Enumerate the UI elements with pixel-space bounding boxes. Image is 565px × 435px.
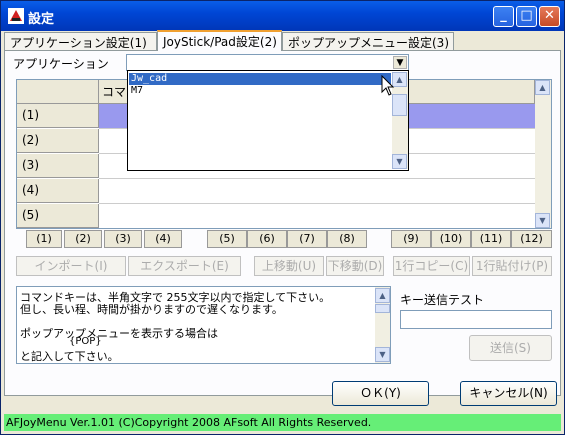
- row-header: (3): [17, 154, 99, 178]
- paste-line-button[interactable]: 1行貼付け(P): [472, 256, 552, 276]
- memo-line: 但し、長い程、時間が掛かりますので遅くなります。: [20, 303, 283, 316]
- scroll-thumb[interactable]: [392, 94, 407, 116]
- copy-line-button[interactable]: 1行コピー(C): [393, 256, 470, 276]
- cancel-button[interactable]: キャンセル(N): [460, 381, 557, 406]
- app-icon: [8, 8, 24, 24]
- minimize-icon: _: [500, 8, 507, 23]
- tab-popup-menu-settings[interactable]: ポップアップメニュー設定(3): [282, 32, 454, 50]
- key-button-2[interactable]: (2): [64, 230, 102, 248]
- key-button-3[interactable]: (3): [104, 230, 142, 248]
- memo-line: ポップアップメニューを表示する場合は: [20, 327, 218, 340]
- tab-joystick-settings[interactable]: JoyStick/Pad設定(2): [157, 30, 282, 51]
- row-header: (5): [17, 204, 99, 228]
- key-button-11[interactable]: (11): [471, 230, 511, 248]
- status-bar: AFJoyMenu Ver.1.01 (C)Copyright 2008 AFs…: [4, 414, 561, 431]
- settings-window: 設定 _ □ ✕ アプリケーション設定(1) JoyStick/Pad設定(2)…: [0, 0, 565, 435]
- mouse-cursor-icon: [381, 75, 395, 96]
- maximize-icon: □: [520, 8, 533, 23]
- send-button[interactable]: 送信(S): [469, 335, 552, 361]
- chevron-down-icon[interactable]: ▼: [393, 56, 407, 69]
- application-combo[interactable]: ▼: [126, 54, 409, 71]
- export-button[interactable]: エクスポート(E): [128, 256, 241, 276]
- send-test-label: キー送信テスト: [400, 293, 485, 307]
- send-test-input[interactable]: [400, 310, 552, 329]
- row-header: (1): [17, 104, 99, 128]
- scroll-down-icon[interactable]: ▼: [375, 347, 390, 362]
- key-button-1[interactable]: (1): [26, 230, 62, 248]
- memo-line: {POP}: [69, 336, 102, 347]
- window-title: 設定: [28, 12, 55, 27]
- scroll-up-icon[interactable]: ▲: [375, 288, 390, 303]
- key-button-12[interactable]: (12): [511, 230, 552, 248]
- key-button-9[interactable]: (9): [391, 230, 431, 248]
- memo-scrollbar[interactable]: ▲ ▼: [375, 287, 390, 363]
- row-header: (4): [17, 179, 99, 203]
- close-button[interactable]: ✕: [539, 6, 560, 27]
- key-button-8[interactable]: (8): [327, 230, 367, 248]
- tab-application-settings[interactable]: アプリケーション設定(1): [4, 32, 157, 50]
- dropdown-option[interactable]: M7: [129, 85, 391, 97]
- scroll-up-icon[interactable]: ▲: [535, 80, 550, 95]
- grid-row[interactable]: [99, 204, 535, 228]
- key-button-7[interactable]: (7): [287, 230, 327, 248]
- move-down-button[interactable]: 下移動(D): [326, 256, 384, 276]
- memo-line: と記入して下さい。: [20, 350, 119, 363]
- close-icon: ✕: [544, 8, 555, 23]
- application-dropdown-list: Jw_cad M7 ▲ ▼: [127, 70, 409, 171]
- title-bar[interactable]: 設定 _ □ ✕: [1, 1, 564, 31]
- key-button-6[interactable]: (6): [247, 230, 287, 248]
- grid-corner-header: [17, 80, 99, 104]
- row-header: (2): [17, 129, 99, 153]
- move-up-button[interactable]: 上移動(U): [254, 256, 324, 276]
- key-button-10[interactable]: (10): [431, 230, 471, 248]
- key-button-5[interactable]: (5): [207, 230, 247, 248]
- scroll-down-icon[interactable]: ▼: [392, 154, 407, 169]
- dropdown-option[interactable]: Jw_cad: [129, 73, 391, 85]
- maximize-button[interactable]: □: [516, 6, 537, 27]
- import-button[interactable]: インポート(I): [16, 256, 126, 276]
- scroll-down-icon[interactable]: ▼: [535, 213, 550, 228]
- scroll-thumb[interactable]: [375, 304, 390, 313]
- minimize-button[interactable]: _: [493, 6, 514, 27]
- ok-button[interactable]: ＯＫ(Y): [332, 381, 429, 406]
- application-label: アプリケーション: [13, 57, 109, 71]
- grid-scrollbar[interactable]: ▲ ▼: [535, 80, 551, 228]
- key-button-4[interactable]: (4): [144, 230, 182, 248]
- grid-row[interactable]: [99, 179, 535, 204]
- help-memo[interactable]: コマンドキーは、半角文字で 255文字以内で指定して下さい。 但し、長い程、時間…: [16, 286, 391, 364]
